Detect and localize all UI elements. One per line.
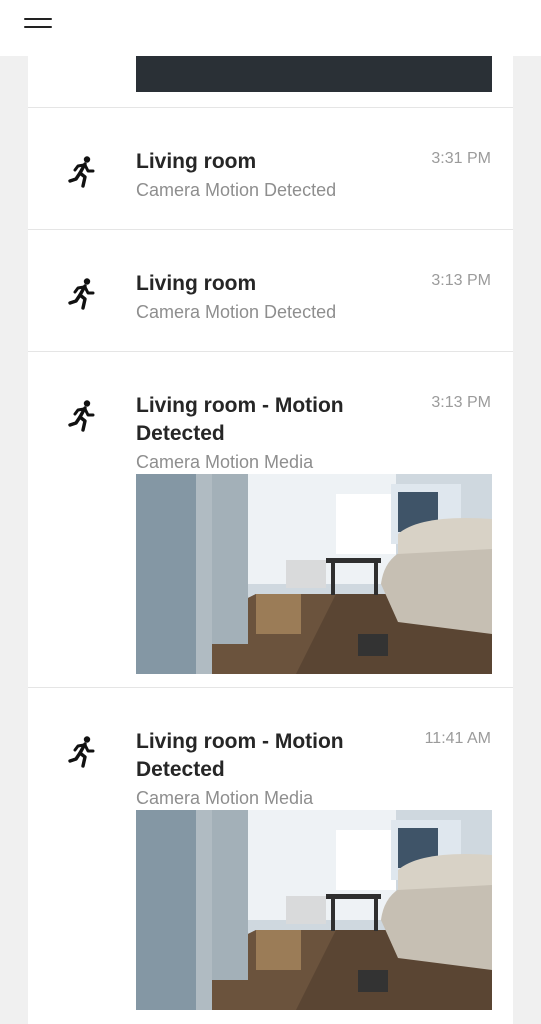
running-person-icon [64, 276, 100, 312]
event-thumbnail[interactable] [136, 810, 492, 1010]
event-title: Living room - Motion Detected [136, 394, 344, 445]
running-person-icon [64, 154, 100, 190]
running-person-icon [64, 398, 100, 434]
event-time: 3:13 PM [431, 272, 491, 289]
event-subtitle: Camera Motion Media [136, 788, 314, 808]
event-title: Living room - Motion Detected [136, 730, 344, 781]
event-title: Living room [136, 150, 257, 173]
hamburger-menu-icon[interactable] [22, 14, 56, 38]
event-subtitle: Camera Motion Detected [136, 180, 337, 200]
event-feed[interactable]: Living room Camera Motion Detected 3:31 … [28, 56, 513, 1024]
running-person-icon [64, 734, 100, 770]
event-card[interactable]: Living room - Motion Detected Camera Mot… [28, 688, 513, 1024]
top-bar [0, 0, 541, 56]
event-card[interactable]: Living room Camera Motion Detected 3:13 … [28, 230, 513, 352]
event-time: 3:31 PM [431, 150, 491, 167]
event-card[interactable]: Living room Camera Motion Detected 3:31 … [28, 108, 513, 230]
event-time: 11:41 AM [424, 730, 491, 747]
event-thumbnail[interactable] [136, 56, 492, 92]
event-time: 3:13 PM [431, 394, 491, 411]
event-title: Living room [136, 272, 257, 295]
event-card[interactable]: Living room - Motion Detected Camera Mot… [28, 352, 513, 688]
event-thumbnail[interactable] [136, 474, 492, 674]
event-card-previous-partial[interactable] [28, 56, 513, 108]
event-subtitle: Camera Motion Detected [136, 302, 337, 322]
event-subtitle: Camera Motion Media [136, 452, 314, 472]
